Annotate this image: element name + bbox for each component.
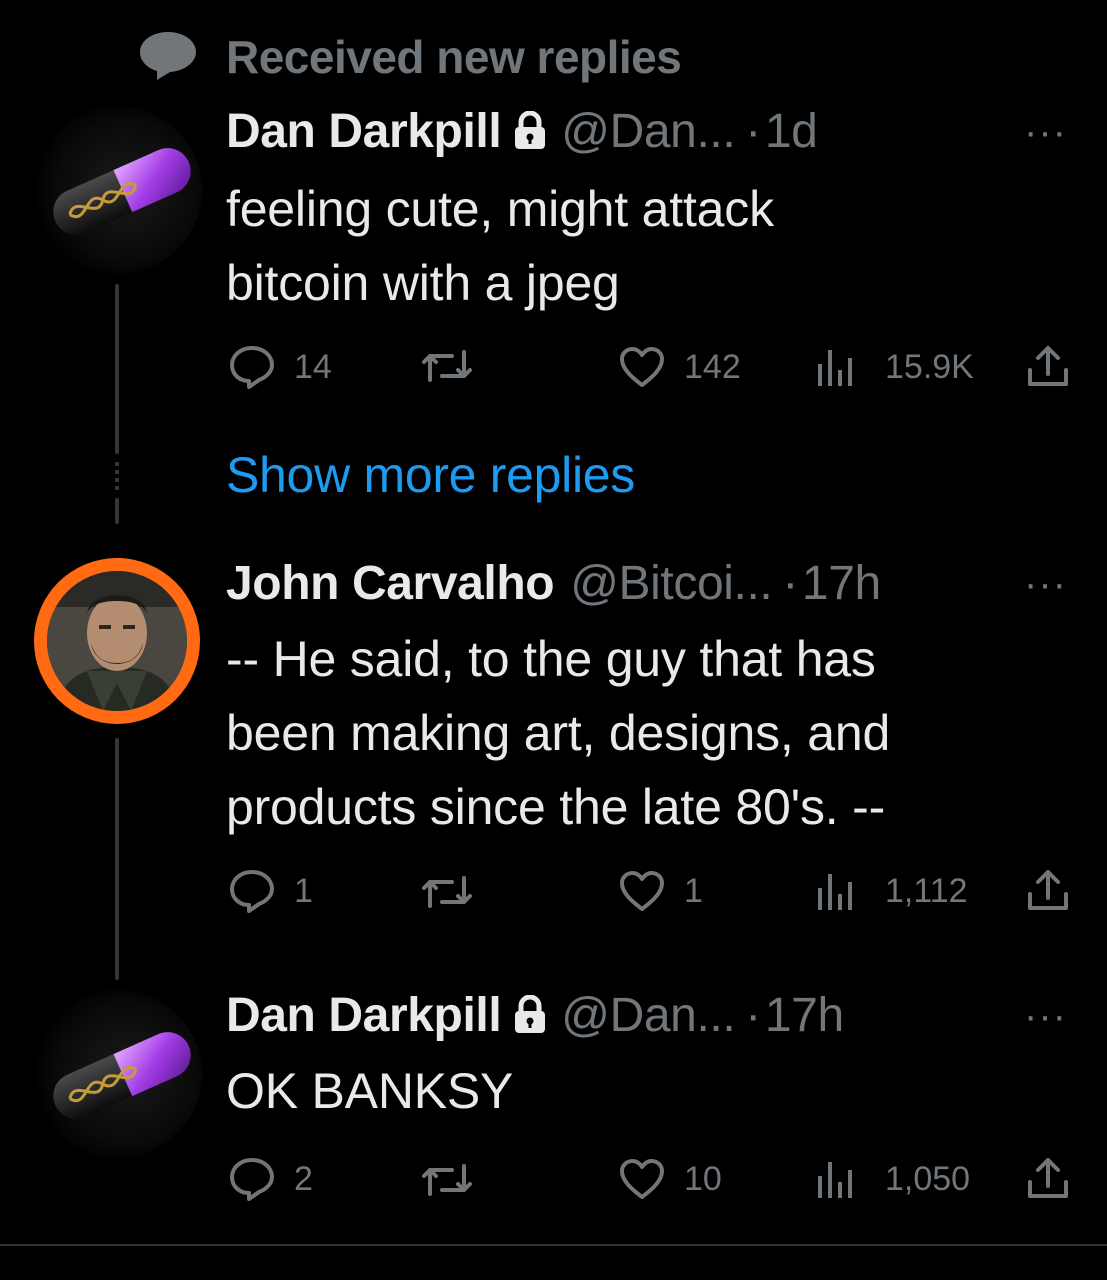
lock-icon: [513, 108, 547, 163]
retweet-icon: [422, 350, 472, 382]
timestamp[interactable]: 17h: [802, 557, 881, 610]
tweet-header: John Carvalho @Bitcoi... ·17h: [226, 556, 881, 611]
avatar-image: [47, 571, 187, 711]
reply-count: 14: [294, 347, 332, 386]
tweet-text-line: feeling cute, might attack: [226, 181, 774, 237]
reply-button[interactable]: 2: [228, 1156, 313, 1202]
retweet-button[interactable]: [420, 872, 492, 912]
tweet-header: Dan Darkpill @Dan... ·1d: [226, 104, 818, 163]
reply-icon: [230, 1158, 274, 1201]
view-count: 1,112: [885, 871, 968, 910]
like-count: 142: [684, 347, 741, 386]
like-button[interactable]: 10: [618, 1158, 722, 1200]
tweet-header: Dan Darkpill @Dan... ·17h: [226, 988, 844, 1047]
display-name[interactable]: Dan Darkpill: [226, 989, 502, 1042]
separator-dot: ·: [782, 557, 798, 610]
reply-button[interactable]: 1: [228, 868, 313, 914]
like-count: 10: [684, 1159, 722, 1198]
handle[interactable]: @Dan...: [561, 105, 735, 158]
speech-bubble-icon: [138, 30, 198, 82]
reply-icon: [230, 870, 274, 913]
like-count: 1: [684, 871, 703, 910]
display-name[interactable]: Dan Darkpill: [226, 105, 502, 158]
retweet-button[interactable]: [420, 346, 492, 386]
share-icon: [1028, 1158, 1068, 1198]
context-label: Received new replies: [226, 31, 682, 83]
reply-count: 2: [294, 1159, 313, 1198]
view-count: 1,050: [885, 1159, 971, 1198]
tweet-text-line: bitcoin with a jpeg: [226, 255, 620, 311]
show-more-replies-link[interactable]: Show more replies: [226, 446, 635, 504]
share-button[interactable]: [1026, 868, 1070, 912]
more-options-icon[interactable]: ···: [1024, 996, 1067, 1036]
view-count: 15.9K: [885, 347, 974, 386]
views-chart-icon: [818, 1162, 852, 1198]
avatar[interactable]: [34, 990, 202, 1158]
like-button[interactable]: 142: [618, 346, 741, 388]
views-button[interactable]: 1,050: [815, 1158, 970, 1200]
reply-count: 1: [294, 871, 313, 910]
pill-icon: [53, 1032, 191, 1119]
handle[interactable]: @Dan...: [561, 989, 735, 1042]
thread-gap-dots: [115, 462, 119, 492]
tweet-text-line: products since the late 80's. --: [226, 779, 886, 835]
retweet-button[interactable]: [420, 1160, 492, 1200]
timestamp[interactable]: 1d: [765, 105, 818, 158]
display-name[interactable]: John Carvalho: [226, 557, 555, 610]
tweet-text: feeling cute, might attack bitcoin with …: [226, 172, 774, 320]
views-button[interactable]: 15.9K: [815, 346, 974, 388]
tweet-text-line: OK BANKSY: [226, 1063, 514, 1119]
separator-dot: ·: [745, 989, 761, 1042]
tweet-text-line: been making art, designs, and: [226, 705, 891, 761]
divider: [0, 1244, 1107, 1246]
share-icon: [1028, 346, 1068, 386]
reply-button[interactable]: 14: [228, 344, 332, 390]
share-icon: [1028, 870, 1068, 910]
retweet-icon: [422, 1164, 472, 1196]
heart-icon: [620, 871, 664, 911]
like-button[interactable]: 1: [618, 870, 703, 912]
timestamp[interactable]: 17h: [765, 989, 844, 1042]
pill-icon: [53, 148, 191, 235]
handle[interactable]: @Bitcoi...: [570, 557, 773, 610]
avatar[interactable]: [34, 558, 200, 724]
heart-icon: [620, 1159, 664, 1199]
reply-icon: [230, 346, 274, 389]
thread-line: [115, 738, 119, 980]
tweet-text: OK BANKSY: [226, 1054, 513, 1128]
retweet-icon: [422, 876, 472, 908]
thread-line: [115, 498, 119, 524]
views-chart-icon: [818, 350, 852, 386]
more-options-icon[interactable]: ···: [1024, 564, 1067, 604]
thread-line: [115, 284, 119, 454]
share-button[interactable]: [1026, 1156, 1070, 1200]
tweet-text-line: -- He said, to the guy that has: [226, 631, 876, 687]
tweet-text: -- He said, to the guy that has been mak…: [226, 622, 890, 844]
views-chart-icon: [818, 874, 852, 910]
avatar[interactable]: [34, 106, 202, 274]
heart-icon: [620, 347, 664, 387]
views-button[interactable]: 1,112: [815, 870, 968, 912]
lock-icon: [513, 992, 547, 1047]
share-button[interactable]: [1026, 344, 1070, 388]
separator-dot: ·: [745, 105, 761, 158]
more-options-icon[interactable]: ···: [1024, 112, 1067, 152]
